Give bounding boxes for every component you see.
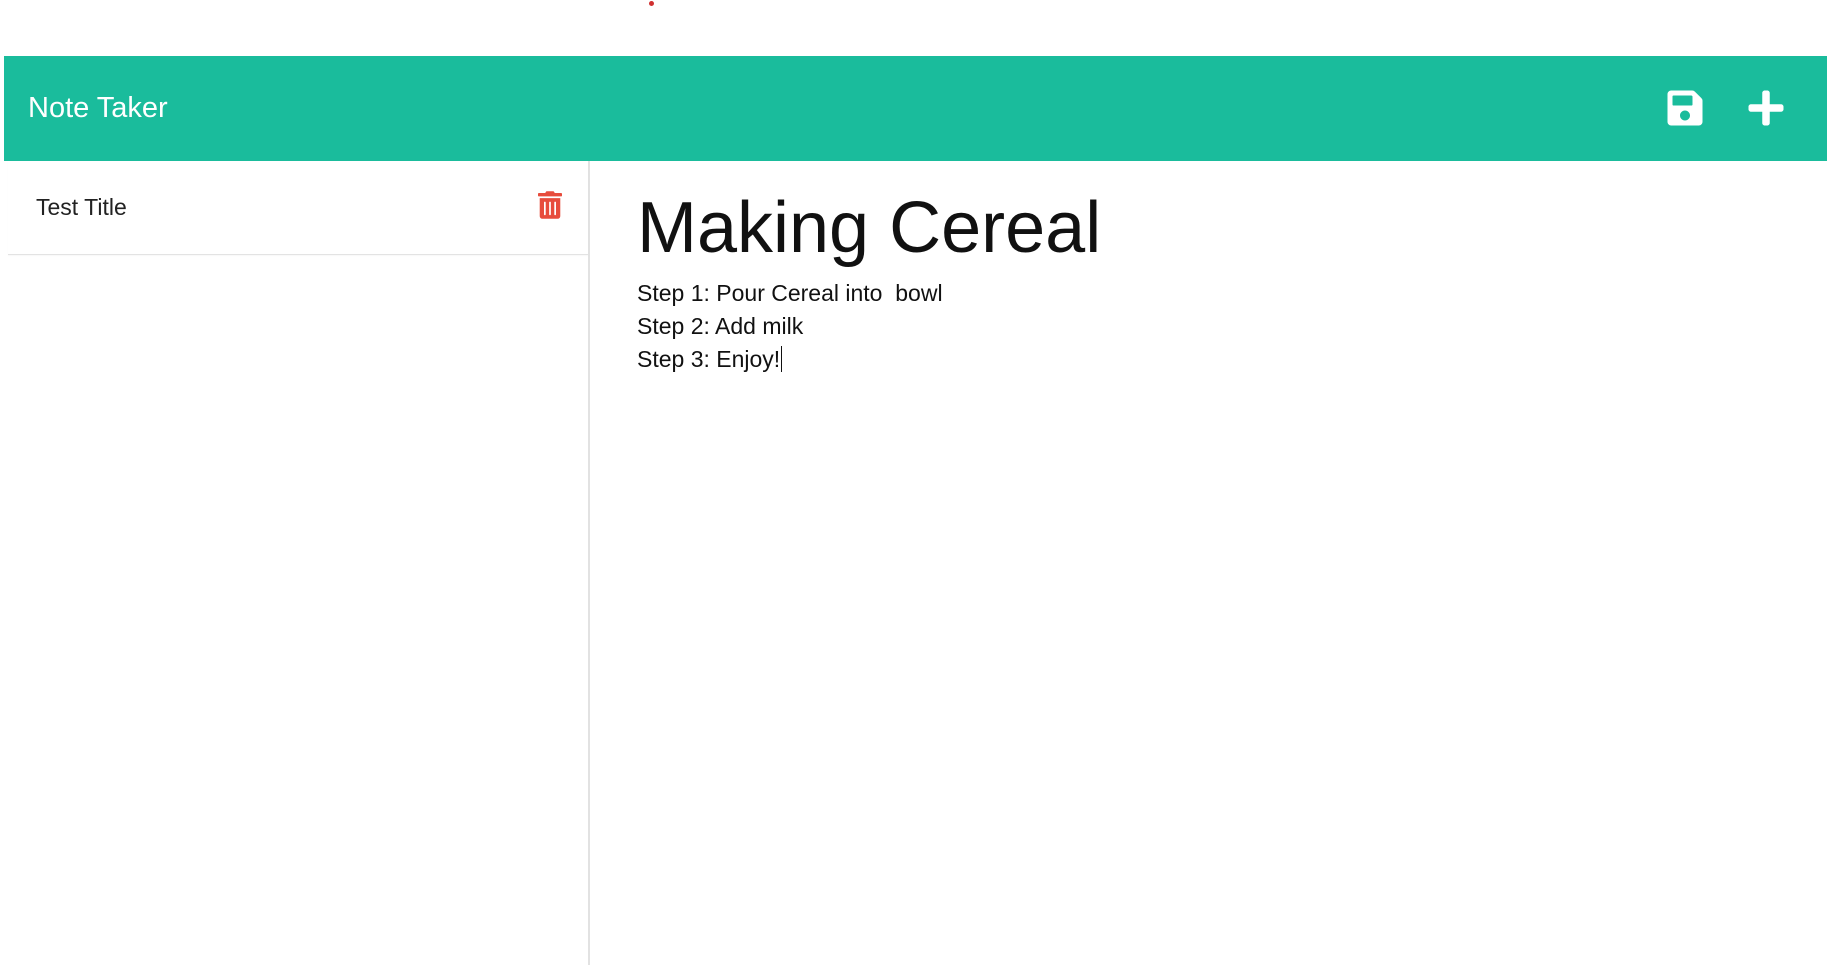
app-title[interactable]: Note Taker bbox=[28, 56, 168, 161]
save-note-icon[interactable] bbox=[1665, 88, 1705, 128]
note-list-item[interactable]: Test Title bbox=[8, 161, 588, 255]
new-note-icon[interactable] bbox=[1746, 88, 1786, 128]
note-list-item-title: Test Title bbox=[36, 194, 127, 220]
note-title-input[interactable] bbox=[637, 183, 1737, 273]
note-text-line-content: Step 3: Enjoy! bbox=[637, 346, 781, 372]
cursor-dot bbox=[649, 1, 654, 6]
note-text-area[interactable]: Step 1: Pour Cereal into bowl Step 2: Ad… bbox=[637, 277, 1737, 376]
text-caret bbox=[781, 346, 783, 372]
notes-sidebar: Test Title bbox=[4, 161, 590, 965]
note-text-line: Step 2: Add milk bbox=[637, 313, 804, 339]
note-text-line: Step 1: Pour Cereal into bowl bbox=[637, 280, 943, 306]
note-text-line-last: Step 3: Enjoy! bbox=[637, 343, 1737, 376]
navbar: Note Taker bbox=[4, 56, 1827, 161]
page: Note Taker Test Title Step 1: Pour Cerea… bbox=[0, 0, 1827, 965]
trash-icon[interactable] bbox=[538, 191, 562, 219]
note-editor: Step 1: Pour Cereal into bowl Step 2: Ad… bbox=[589, 161, 1827, 965]
